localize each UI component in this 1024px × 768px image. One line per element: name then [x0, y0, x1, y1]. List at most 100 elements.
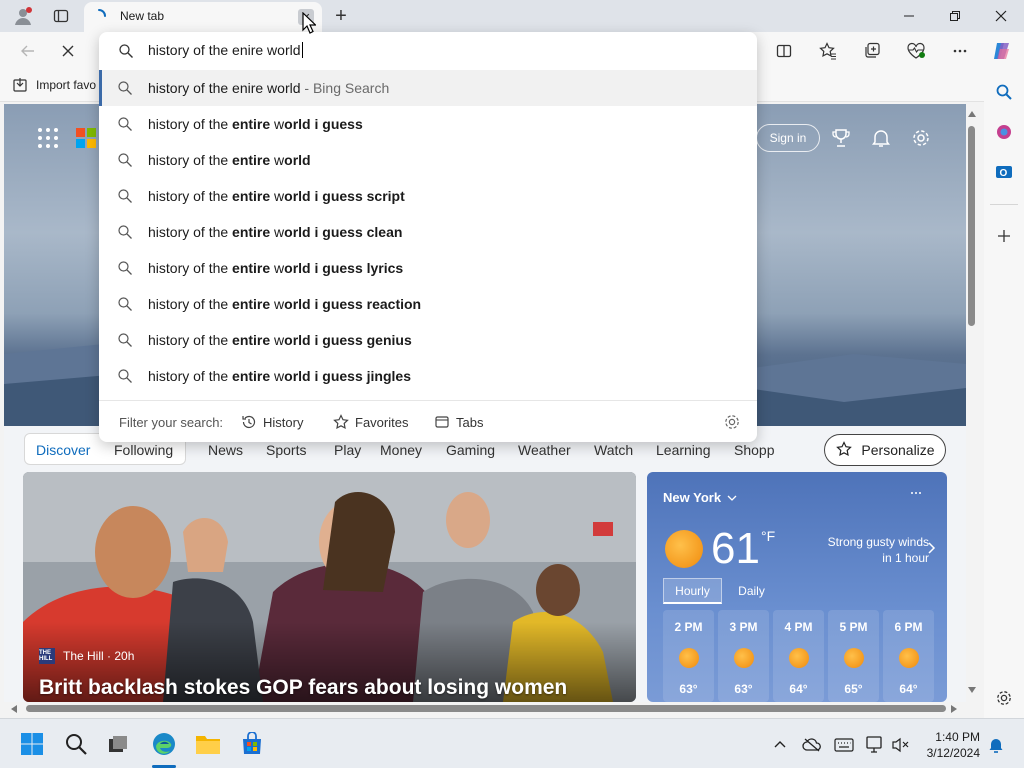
weather-location[interactable]: New York: [663, 490, 737, 505]
tab-play[interactable]: Play: [334, 442, 361, 458]
tab-following[interactable]: Following: [114, 442, 173, 458]
forecast-hour: 3 PM 63°: [718, 610, 769, 702]
vertical-scroll-thumb[interactable]: [968, 126, 975, 326]
news-feed: Discover Following News Sports Play Mone…: [4, 426, 966, 702]
back-button[interactable]: [14, 38, 42, 64]
tab-watch[interactable]: Watch: [594, 442, 633, 458]
minimize-button[interactable]: [886, 0, 932, 32]
restore-button[interactable]: [932, 0, 978, 32]
network-icon[interactable]: [866, 735, 886, 755]
tab-weather[interactable]: Weather: [518, 442, 571, 458]
suggestion-item[interactable]: history of the entire world i guess clea…: [99, 214, 757, 250]
taskbar-edge-button[interactable]: [150, 730, 178, 758]
chevron-right-icon[interactable]: [927, 542, 937, 554]
keyboard-icon[interactable]: [834, 735, 854, 755]
copilot-button[interactable]: [988, 38, 1016, 64]
weather-tab-hourly[interactable]: Hourly: [663, 578, 722, 604]
address-input[interactable]: history of the enire world: [148, 42, 303, 58]
new-tab-button[interactable]: +: [328, 4, 354, 28]
tab-actions-icon[interactable]: [46, 4, 76, 28]
suggestion-query: history of the enire world: [148, 80, 301, 96]
suggestion-item[interactable]: history of the entire world i guess geni…: [99, 322, 757, 358]
weather-alert[interactable]: Strong gusty winds in 1 hour: [793, 534, 929, 566]
tab-new-tab[interactable]: New tab ✕: [84, 2, 322, 32]
sidebar-copilot-button[interactable]: [990, 118, 1018, 146]
bell-icon: [989, 739, 1003, 753]
tab-news[interactable]: News: [208, 442, 243, 458]
browser-essentials-button[interactable]: [902, 38, 930, 64]
taskbar-search-button[interactable]: [62, 730, 90, 758]
forecast-time: 5 PM: [839, 620, 868, 634]
collections-button[interactable]: [858, 38, 886, 64]
page-settings-button[interactable]: [909, 126, 933, 150]
suggestion-item[interactable]: history of the entire world i guess: [99, 106, 757, 142]
svg-text:O: O: [1000, 168, 1008, 179]
scroll-up-icon[interactable]: [968, 110, 976, 118]
suggestion-item[interactable]: history of the entire world i guess jing…: [99, 358, 757, 394]
scroll-left-icon[interactable]: [10, 705, 18, 713]
filter-tabs-button[interactable]: Tabs: [434, 411, 483, 433]
notification-center-button[interactable]: [986, 735, 1006, 755]
tab-shopping[interactable]: Shopp: [734, 442, 774, 458]
address-input-value: history of the enire world: [148, 42, 301, 58]
suggestion-prefix: history of the: [148, 332, 233, 348]
import-favorites-link[interactable]: Import favo: [12, 77, 96, 93]
more-horizontal-icon: [953, 49, 967, 53]
filter-history-button[interactable]: History: [241, 411, 303, 433]
horizontal-scroll-thumb[interactable]: [26, 705, 946, 712]
sidebar-search-button[interactable]: [990, 78, 1018, 106]
outlook-icon: O: [996, 166, 1012, 179]
show-hidden-icons-button[interactable]: [770, 735, 790, 755]
suggestion-item-bing-search[interactable]: history of the enire world - Bing Search: [99, 70, 757, 106]
stop-button[interactable]: [54, 38, 82, 64]
suggestion-item[interactable]: history of the entire world: [99, 142, 757, 178]
scroll-right-icon[interactable]: [950, 705, 958, 713]
suggestion-text: history of the enire world - Bing Search: [148, 80, 389, 96]
weather-tab-daily[interactable]: Daily: [722, 578, 781, 604]
weather-more-button[interactable]: [909, 486, 923, 503]
notifications-button[interactable]: [869, 126, 893, 150]
suggestion-item[interactable]: history of the entire world i guess lyri…: [99, 250, 757, 286]
restore-icon: [950, 11, 960, 21]
news-photo: [23, 472, 636, 702]
profile-icon[interactable]: [8, 4, 38, 28]
tab-gaming[interactable]: Gaming: [446, 442, 495, 458]
sign-in-button[interactable]: Sign in: [756, 124, 820, 152]
system-clock[interactable]: 1:40 PM 3/12/2024: [920, 729, 980, 761]
gear-icon[interactable]: [723, 413, 741, 431]
start-button[interactable]: [18, 730, 46, 758]
file-explorer-button[interactable]: [194, 730, 222, 758]
personalize-button[interactable]: Personalize: [824, 434, 946, 466]
vertical-scrollbar[interactable]: [966, 104, 978, 702]
cloud-sync-icon[interactable]: [802, 735, 822, 755]
scroll-down-icon[interactable]: [968, 686, 976, 694]
horizontal-scrollbar[interactable]: [4, 702, 966, 716]
news-headline[interactable]: Britt backlash stokes GOP fears about lo…: [39, 676, 629, 700]
tab-sports[interactable]: Sports: [266, 442, 306, 458]
sidebar-outlook-button[interactable]: O: [990, 158, 1018, 186]
microsoft-store-button[interactable]: [238, 730, 266, 758]
settings-and-more-button[interactable]: [946, 38, 974, 64]
apps-launcher-icon[interactable]: [38, 128, 58, 148]
news-card[interactable]: THE HILL The Hill · 20h Britt backlash s…: [23, 472, 636, 702]
volume-icon[interactable]: [890, 735, 910, 755]
rewards-button[interactable]: [829, 126, 853, 150]
suggestion-item[interactable]: history of the entire world i guess scri…: [99, 178, 757, 214]
suggestion-bold: orld i guess genius: [284, 332, 412, 348]
sidebar-settings-button[interactable]: [990, 684, 1018, 712]
suggestion-item[interactable]: history of the entire world i guess reac…: [99, 286, 757, 322]
task-view-button[interactable]: [104, 730, 132, 758]
tab-learning[interactable]: Learning: [656, 442, 711, 458]
sidebar-divider: [990, 204, 1018, 205]
split-screen-button[interactable]: [770, 38, 798, 64]
filter-favorites-button[interactable]: Favorites: [333, 411, 408, 433]
sidebar-add-button[interactable]: [990, 222, 1018, 250]
forecast-hour: 4 PM 64°: [773, 610, 824, 702]
sunny-icon: [734, 648, 754, 668]
tab-discover[interactable]: Discover: [36, 442, 90, 458]
weather-card[interactable]: New York 61 °F Strong gusty winds in 1 h…: [647, 472, 947, 702]
tab-money[interactable]: Money: [380, 442, 422, 458]
favorites-button[interactable]: [814, 38, 842, 64]
close-window-button[interactable]: [978, 0, 1024, 32]
address-bar[interactable]: history of the enire world: [99, 32, 757, 70]
